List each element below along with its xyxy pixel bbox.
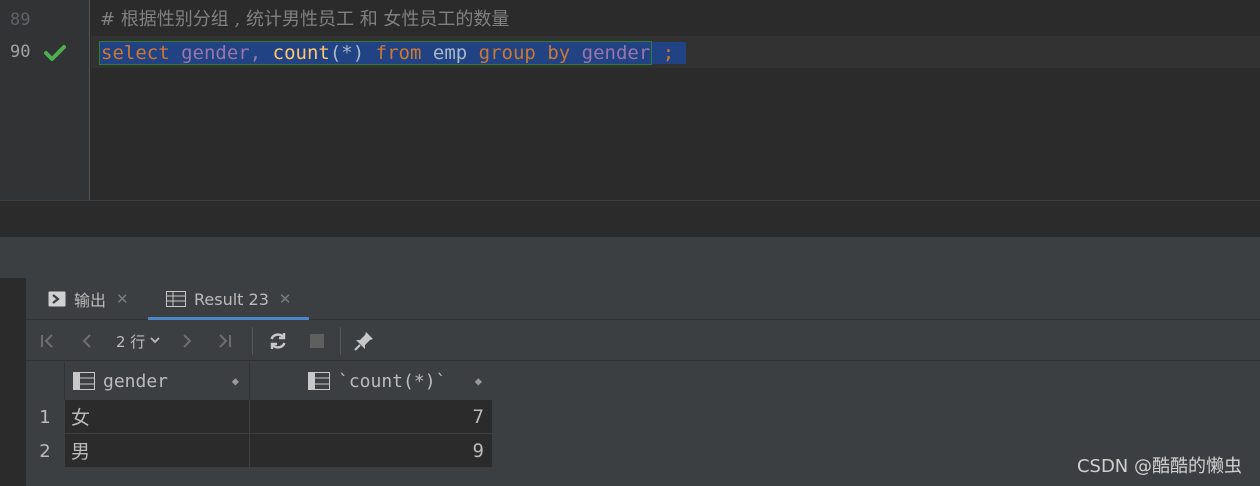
line-gutter: 89 90 bbox=[0, 0, 90, 200]
row-number: 2 bbox=[26, 434, 64, 468]
editor-footer bbox=[0, 200, 1260, 238]
identifier-gender: gender bbox=[581, 42, 651, 64]
rows-count-dropdown[interactable]: 2 行 bbox=[116, 330, 161, 352]
panel-separator bbox=[0, 238, 1260, 278]
column-label: `count(*)` bbox=[338, 370, 447, 392]
tab-label: Result 23 bbox=[194, 289, 269, 309]
tab-output[interactable]: 输出 ✕ bbox=[48, 278, 129, 320]
result-toolbar: 2 行 bbox=[26, 321, 1260, 361]
function-count: count bbox=[272, 42, 330, 64]
close-icon[interactable]: ✕ bbox=[116, 290, 129, 308]
table-row[interactable]: 2 男 9 bbox=[26, 434, 492, 468]
code-editor[interactable]: 89 90 # 根据性别分组 , 统计男性员工 和 女性员工的数量 select… bbox=[0, 0, 1260, 200]
chevron-down-icon bbox=[149, 334, 161, 348]
sort-icon[interactable]: ◆ bbox=[475, 374, 482, 388]
panel-tabs: 输出 ✕ Result 23 ✕ bbox=[26, 278, 1260, 320]
console-icon bbox=[48, 291, 66, 307]
keyword-group: group bbox=[478, 42, 536, 64]
refresh-icon[interactable] bbox=[266, 330, 290, 352]
column-icon bbox=[308, 372, 330, 390]
stop-icon[interactable] bbox=[306, 330, 328, 352]
tab-label: 输出 bbox=[74, 291, 107, 310]
cell-gender[interactable]: 女 bbox=[64, 400, 249, 434]
identifier-gender: gender bbox=[181, 42, 250, 64]
cell-count[interactable]: 9 bbox=[249, 434, 492, 468]
cell-count[interactable]: 7 bbox=[249, 400, 492, 434]
next-page-icon[interactable] bbox=[176, 330, 198, 352]
line-number: 90 bbox=[10, 42, 31, 62]
comment-line: # 根据性别分组 , 统计男性员工 和 女性员工的数量 bbox=[100, 9, 510, 30]
paren-close: ) bbox=[352, 42, 365, 64]
cell-gender[interactable]: 男 bbox=[64, 434, 249, 468]
first-page-icon[interactable] bbox=[36, 330, 58, 352]
grid-header: gender ◆ `count(*)` ◆ bbox=[26, 362, 492, 400]
semicolon: ; bbox=[662, 42, 675, 64]
column-label: gender bbox=[103, 370, 169, 392]
column-icon bbox=[73, 372, 95, 390]
sql-statement-line[interactable]: select gender, count(*) from emp group b… bbox=[98, 37, 686, 69]
keyword-from: from bbox=[375, 42, 422, 64]
check-icon bbox=[44, 45, 66, 61]
close-icon[interactable]: ✕ bbox=[279, 290, 292, 308]
prev-page-icon[interactable] bbox=[76, 330, 98, 352]
services-panel: 输出 ✕ Result 23 ✕ 2 行 gender ◆ `count(*)`… bbox=[26, 278, 1260, 486]
column-header-gender[interactable]: gender ◆ bbox=[64, 362, 249, 400]
comma: , bbox=[249, 42, 262, 64]
selected-sql[interactable]: select gender, count(*) from emp group b… bbox=[98, 41, 653, 65]
toolbar-divider bbox=[340, 327, 341, 355]
paren-open: ( bbox=[329, 42, 342, 64]
column-header-count[interactable]: `count(*)` ◆ bbox=[249, 362, 492, 400]
table-icon bbox=[166, 291, 186, 307]
row-number: 1 bbox=[26, 400, 64, 434]
table-emp: emp bbox=[432, 42, 468, 64]
pin-icon[interactable] bbox=[352, 330, 376, 352]
toolbar-divider bbox=[252, 327, 253, 355]
grid-corner bbox=[26, 362, 64, 400]
star: * bbox=[341, 42, 353, 64]
rows-count-label: 2 行 bbox=[116, 332, 146, 351]
tab-result[interactable]: Result 23 ✕ bbox=[148, 278, 310, 320]
line-number: 89 bbox=[10, 10, 31, 30]
table-row[interactable]: 1 女 7 bbox=[26, 400, 492, 434]
last-page-icon[interactable] bbox=[214, 330, 236, 352]
keyword-select: select bbox=[101, 42, 170, 64]
sort-icon[interactable]: ◆ bbox=[232, 374, 239, 388]
keyword-by: by bbox=[547, 42, 571, 64]
watermark: CSDN @酷酷的懒虫 bbox=[1076, 456, 1242, 477]
